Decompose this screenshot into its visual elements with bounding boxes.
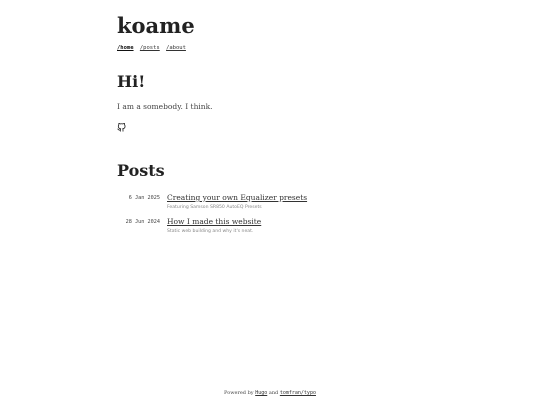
main-nav: /home /posts /about: [117, 44, 189, 52]
posts-heading: Posts: [117, 161, 165, 180]
footer-joiner: and: [268, 390, 279, 396]
intro-text: I am a somebody. I think.: [117, 102, 213, 111]
post-subtitle: Static web building and why it's neat.: [167, 229, 254, 234]
page-footer: Powered by Hugo and tomfran/typo: [0, 389, 540, 397]
github-icon[interactable]: [117, 123, 126, 132]
nav-link-about[interactable]: /about: [166, 45, 186, 51]
post-title-link[interactable]: Creating your own Equalizer presets: [167, 192, 307, 203]
footer-link-theme[interactable]: tomfran/typo: [280, 390, 316, 396]
nav-link-home[interactable]: /home: [117, 45, 134, 51]
post-list-item: 6 Jan 2025 Creating your own Equalizer p…: [117, 192, 437, 212]
post-title-link[interactable]: How I made this website: [167, 216, 261, 227]
site-title[interactable]: koame: [117, 12, 195, 40]
post-date: 28 Jun 2024: [125, 219, 160, 225]
footer-link-hugo[interactable]: Hugo: [255, 390, 267, 396]
post-date: 6 Jan 2025: [128, 195, 160, 201]
intro-heading: Hi!: [117, 72, 146, 91]
footer-prefix: Powered by: [224, 390, 254, 396]
post-subtitle: Featuring Samson SR850 AutoEQ Presets: [167, 205, 262, 210]
post-list-item: 28 Jun 2024 How I made this website Stat…: [117, 216, 437, 236]
nav-link-posts[interactable]: /posts: [140, 45, 160, 51]
